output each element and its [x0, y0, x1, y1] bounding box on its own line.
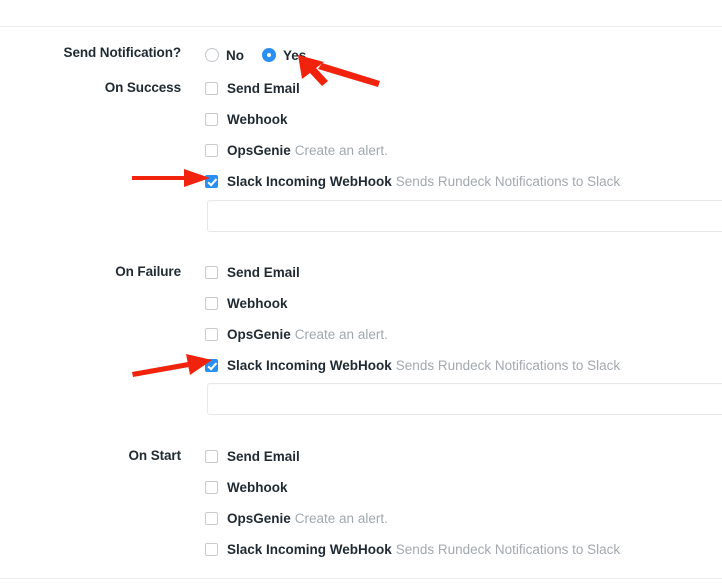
checkbox-send-email-failure-icon[interactable]	[205, 266, 218, 279]
checkbox-desc-slack-success: Sends Rundeck Notifications to Slack	[395, 174, 621, 189]
checkbox-send-email-success-icon[interactable]	[205, 82, 218, 95]
checkbox-row-send-email-failure[interactable]: Send Email	[205, 264, 722, 295]
radio-yes-label: Yes	[283, 47, 307, 63]
checkbox-row-webhook-start[interactable]: Webhook	[205, 479, 722, 510]
slack-webhook-url-input-success[interactable]	[207, 200, 722, 232]
checkbox-row-send-email-success[interactable]: Send Email	[205, 80, 722, 111]
checkbox-desc-opsgenie-failure: Create an alert.	[294, 327, 388, 342]
on-success-label: On Success	[104, 80, 181, 95]
checkbox-slack-start-icon[interactable]	[205, 543, 218, 556]
on-failure-options: Send Email Webhook OpsGenie Create an ale…	[205, 264, 722, 388]
checkbox-desc-opsgenie-start: Create an alert.	[294, 511, 388, 526]
checkbox-label-opsgenie-success: OpsGenie	[227, 143, 291, 158]
checkbox-label-send-email-success: Send Email	[227, 81, 300, 96]
checkbox-label-slack-start: Slack Incoming WebHook	[227, 542, 392, 557]
checkbox-label-slack-failure: Slack Incoming WebHook	[227, 358, 392, 373]
checkbox-row-opsgenie-failure[interactable]: OpsGenie Create an alert.	[205, 326, 722, 357]
checkbox-label-send-email-start: Send Email	[227, 449, 300, 464]
checkbox-row-opsgenie-success[interactable]: OpsGenie Create an alert.	[205, 142, 722, 173]
checkbox-opsgenie-start-icon[interactable]	[205, 512, 218, 525]
on-start-label: On Start	[128, 448, 182, 463]
notification-settings-panel: Send Notification? No Yes On Success Sen…	[0, 0, 722, 588]
arrow-pointing-success-slack-checkbox	[132, 169, 210, 187]
slack-webhook-url-input-failure[interactable]	[207, 383, 722, 415]
arrow-pointing-failure-slack-checkbox	[132, 354, 212, 377]
on-failure-label: On Failure	[115, 264, 181, 279]
checkbox-label-webhook-failure: Webhook	[227, 296, 288, 311]
checkbox-webhook-success-icon[interactable]	[205, 113, 218, 126]
checkbox-desc-slack-failure: Sends Rundeck Notifications to Slack	[395, 358, 621, 373]
checkbox-send-email-start-icon[interactable]	[205, 450, 218, 463]
send-notification-radio-group[interactable]: No Yes	[205, 45, 324, 65]
checkbox-row-webhook-failure[interactable]: Webhook	[205, 295, 722, 326]
checkbox-webhook-start-icon[interactable]	[205, 481, 218, 494]
checkbox-label-webhook-success: Webhook	[227, 112, 288, 127]
checkbox-slack-failure-icon[interactable]	[205, 359, 218, 372]
on-success-options: Send Email Webhook OpsGenie Create an ale…	[205, 80, 722, 204]
on-start-options: Send Email Webhook OpsGenie Create an ale…	[205, 448, 722, 572]
checkbox-row-slack-start[interactable]: Slack Incoming WebHook Sends Rundeck Noti…	[205, 541, 722, 572]
checkbox-label-webhook-start: Webhook	[227, 480, 288, 495]
radio-option-no[interactable]: No	[205, 48, 244, 63]
send-notification-label: Send Notification?	[63, 45, 182, 60]
radio-no-label: No	[226, 47, 244, 63]
checkbox-desc-opsgenie-success: Create an alert.	[294, 143, 388, 158]
checkbox-webhook-failure-icon[interactable]	[205, 297, 218, 310]
checkbox-label-slack-success: Slack Incoming WebHook	[227, 174, 392, 189]
checkbox-opsgenie-success-icon[interactable]	[205, 144, 218, 157]
checkbox-label-opsgenie-failure: OpsGenie	[227, 327, 291, 342]
radio-option-yes[interactable]: Yes	[262, 48, 306, 63]
checkbox-label-send-email-failure: Send Email	[227, 265, 300, 280]
top-divider	[0, 26, 722, 27]
checkbox-row-opsgenie-start[interactable]: OpsGenie Create an alert.	[205, 510, 722, 541]
checkbox-slack-success-icon[interactable]	[205, 175, 218, 188]
bottom-divider	[0, 578, 722, 579]
checkbox-opsgenie-failure-icon[interactable]	[205, 328, 218, 341]
checkbox-label-opsgenie-start: OpsGenie	[227, 511, 291, 526]
checkbox-row-send-email-start[interactable]: Send Email	[205, 448, 722, 479]
radio-yes-icon[interactable]	[262, 48, 276, 62]
checkbox-row-webhook-success[interactable]: Webhook	[205, 111, 722, 142]
radio-no-icon[interactable]	[205, 48, 219, 62]
checkbox-desc-slack-start: Sends Rundeck Notifications to Slack	[395, 542, 621, 557]
